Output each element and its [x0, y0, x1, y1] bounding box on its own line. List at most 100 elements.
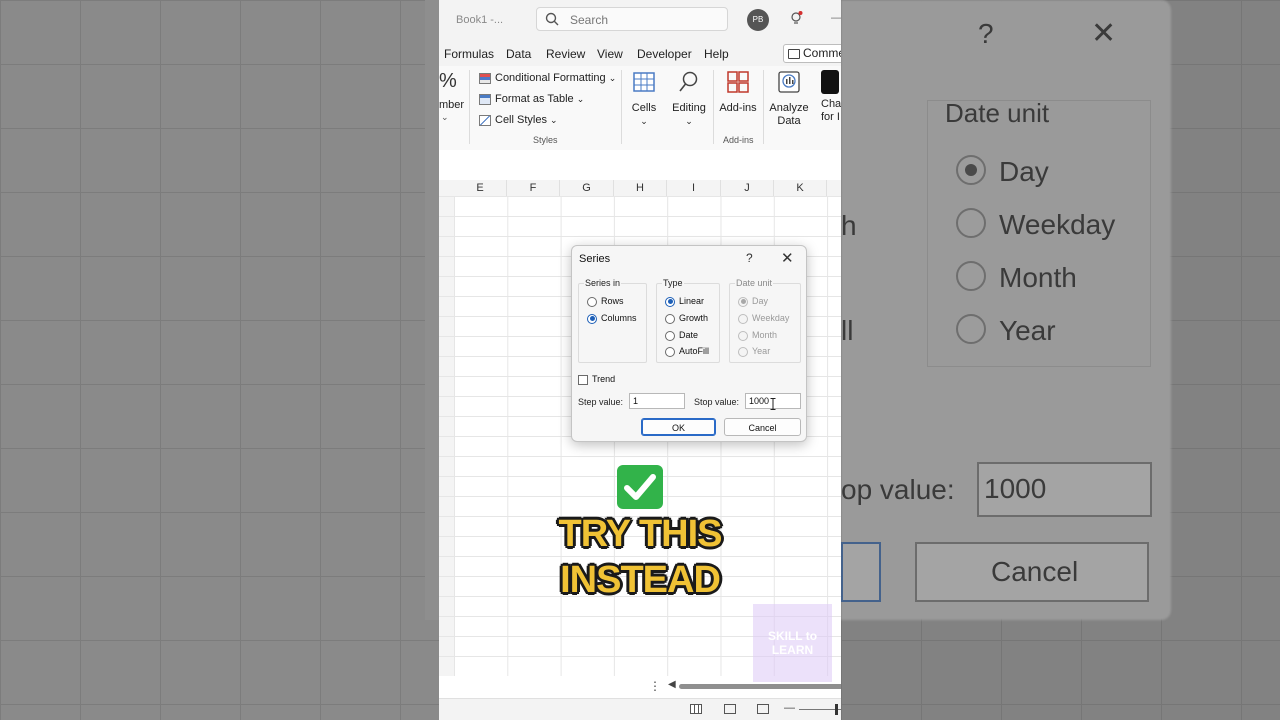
format-as-table-label: Format as Table [495, 93, 574, 105]
column-header-i[interactable]: I [667, 180, 721, 196]
scroll-left-icon[interactable]: ◀ [668, 679, 676, 690]
radio-autofill-icon [665, 346, 675, 357]
radio-date-label: Date [679, 330, 699, 340]
column-header-g[interactable]: G [560, 180, 614, 196]
magnifier-icon [679, 71, 698, 92]
comments-button[interactable]: Comme [783, 44, 841, 63]
add-ins-icon [727, 71, 749, 93]
add-ins-button[interactable]: Add-ins [719, 70, 757, 115]
radio-linear[interactable]: Linear [665, 295, 704, 307]
title-bar: Book1 -... Search PB — [439, 0, 841, 42]
number-chevron-icon: ⌄ [441, 112, 449, 122]
cell-styles-icon [479, 114, 491, 126]
tab-developer[interactable]: Developer [637, 47, 692, 61]
lightbulb-icon[interactable] [789, 11, 803, 27]
radio-rows-icon [587, 296, 597, 307]
column-header-k[interactable]: K [774, 180, 827, 196]
formula-bar-area[interactable] [439, 150, 841, 181]
editing-label: Editing [672, 102, 706, 114]
zoomed-radio-day [956, 155, 986, 185]
conditional-formatting-button[interactable]: Conditional Formatting ⌄ [479, 72, 616, 90]
radio-date[interactable]: Date [665, 329, 698, 341]
ribbon-separator [469, 70, 470, 144]
radio-rows[interactable]: Rows [587, 295, 624, 307]
tab-formulas[interactable]: Formulas [444, 47, 494, 61]
radio-date-icon [665, 330, 675, 341]
column-header-f[interactable]: F [507, 180, 560, 196]
analyze-data-button[interactable]: Analyze Data [769, 70, 809, 128]
zoomed-frag-2: ll [841, 315, 854, 346]
chevron-down-icon: ⌄ [576, 94, 585, 104]
conditional-formatting-label: Conditional Formatting [495, 72, 606, 84]
styles-group-label: Styles [533, 135, 558, 145]
number-format-icon[interactable]: % [439, 70, 457, 93]
cells-label: Cells [631, 102, 657, 114]
zoomed-date-unit-title: Date unit [945, 98, 1050, 128]
number-group-label[interactable]: mber [439, 99, 464, 111]
column-header-e[interactable]: E [454, 180, 507, 196]
comment-icon [788, 48, 800, 59]
zoomed-option-weekday: Weekday [999, 209, 1116, 240]
zoomed-radio-year [956, 314, 986, 344]
ok-button[interactable]: OK [641, 418, 716, 436]
radio-autofill-label: AutoFill [679, 346, 710, 356]
radio-day[interactable]: Day [738, 295, 768, 307]
avatar[interactable]: PB [747, 9, 769, 31]
date-unit-title: Date unit [735, 278, 774, 288]
tab-review[interactable]: Review [546, 47, 585, 61]
column-header-j[interactable]: J [721, 180, 774, 196]
zoomed-ok-edge [841, 542, 881, 602]
normal-view-icon[interactable] [690, 704, 702, 714]
radio-year[interactable]: Year [738, 345, 770, 357]
editing-button[interactable]: Editing ⌄ [672, 70, 706, 128]
column-header-h[interactable]: H [614, 180, 667, 196]
cancel-button[interactable]: Cancel [724, 418, 801, 436]
ribbon-separator [763, 70, 764, 144]
chevron-down-icon: ⌄ [550, 115, 558, 125]
zoomed-option-month: Month [999, 262, 1077, 293]
help-icon[interactable]: ? [746, 251, 753, 265]
radio-month-icon [738, 330, 748, 341]
watermark-line-2: LEARN [771, 643, 814, 657]
search-box[interactable]: Search [536, 7, 728, 31]
add-ins-group-label: Add-ins [723, 135, 754, 145]
type-title: Type [662, 278, 684, 288]
radio-columns[interactable]: Columns [587, 312, 637, 324]
radio-weekday-icon [738, 313, 748, 324]
minimize-icon[interactable]: — [831, 10, 841, 24]
chat-button[interactable]: Cha for I [821, 70, 841, 124]
radio-autofill[interactable]: AutoFill [665, 345, 709, 357]
trend-checkbox[interactable]: Trend [578, 373, 615, 385]
zoomed-radio-month [956, 261, 986, 291]
search-placeholder: Search [570, 13, 609, 27]
tab-help[interactable]: Help [704, 47, 729, 61]
zoom-out-icon[interactable]: — [784, 702, 795, 714]
radio-growth[interactable]: Growth [665, 312, 708, 324]
page-layout-icon[interactable] [724, 704, 736, 714]
chevron-down-icon: ⌄ [685, 116, 693, 126]
zoom-slider-thumb[interactable] [835, 704, 838, 715]
chevron-down-icon: ⌄ [608, 73, 617, 83]
radio-month[interactable]: Month [738, 329, 777, 341]
chat-label-1: Cha [821, 98, 841, 110]
more-options-icon[interactable]: ⋮ [649, 679, 661, 693]
radio-rows-label: Rows [601, 296, 624, 306]
close-icon[interactable]: ✕ [781, 249, 794, 267]
scroll-thumb[interactable] [679, 684, 841, 689]
tab-view[interactable]: View [597, 47, 623, 61]
ribbon-separator [621, 70, 622, 144]
series-dialog: Series ? ✕ Series in Rows Columns Type L… [571, 245, 807, 442]
analyze-data-icon [778, 71, 800, 93]
tab-data[interactable]: Data [506, 47, 531, 61]
column-headers: E F G H I J K [439, 180, 841, 197]
step-value-input[interactable] [629, 393, 685, 409]
radio-month-label: Month [752, 330, 778, 340]
stop-value-label: Stop value: [694, 397, 740, 407]
overlay-caption-line-1: TRY THIS [558, 513, 722, 555]
cell-styles-button[interactable]: Cell Styles ⌄ [479, 114, 558, 132]
add-ins-label: Add-ins [719, 102, 757, 114]
cells-button[interactable]: Cells ⌄ [629, 70, 659, 128]
page-break-icon[interactable] [757, 704, 769, 714]
radio-weekday[interactable]: Weekday [738, 312, 789, 324]
format-as-table-button[interactable]: Format as Table ⌄ [479, 93, 584, 111]
